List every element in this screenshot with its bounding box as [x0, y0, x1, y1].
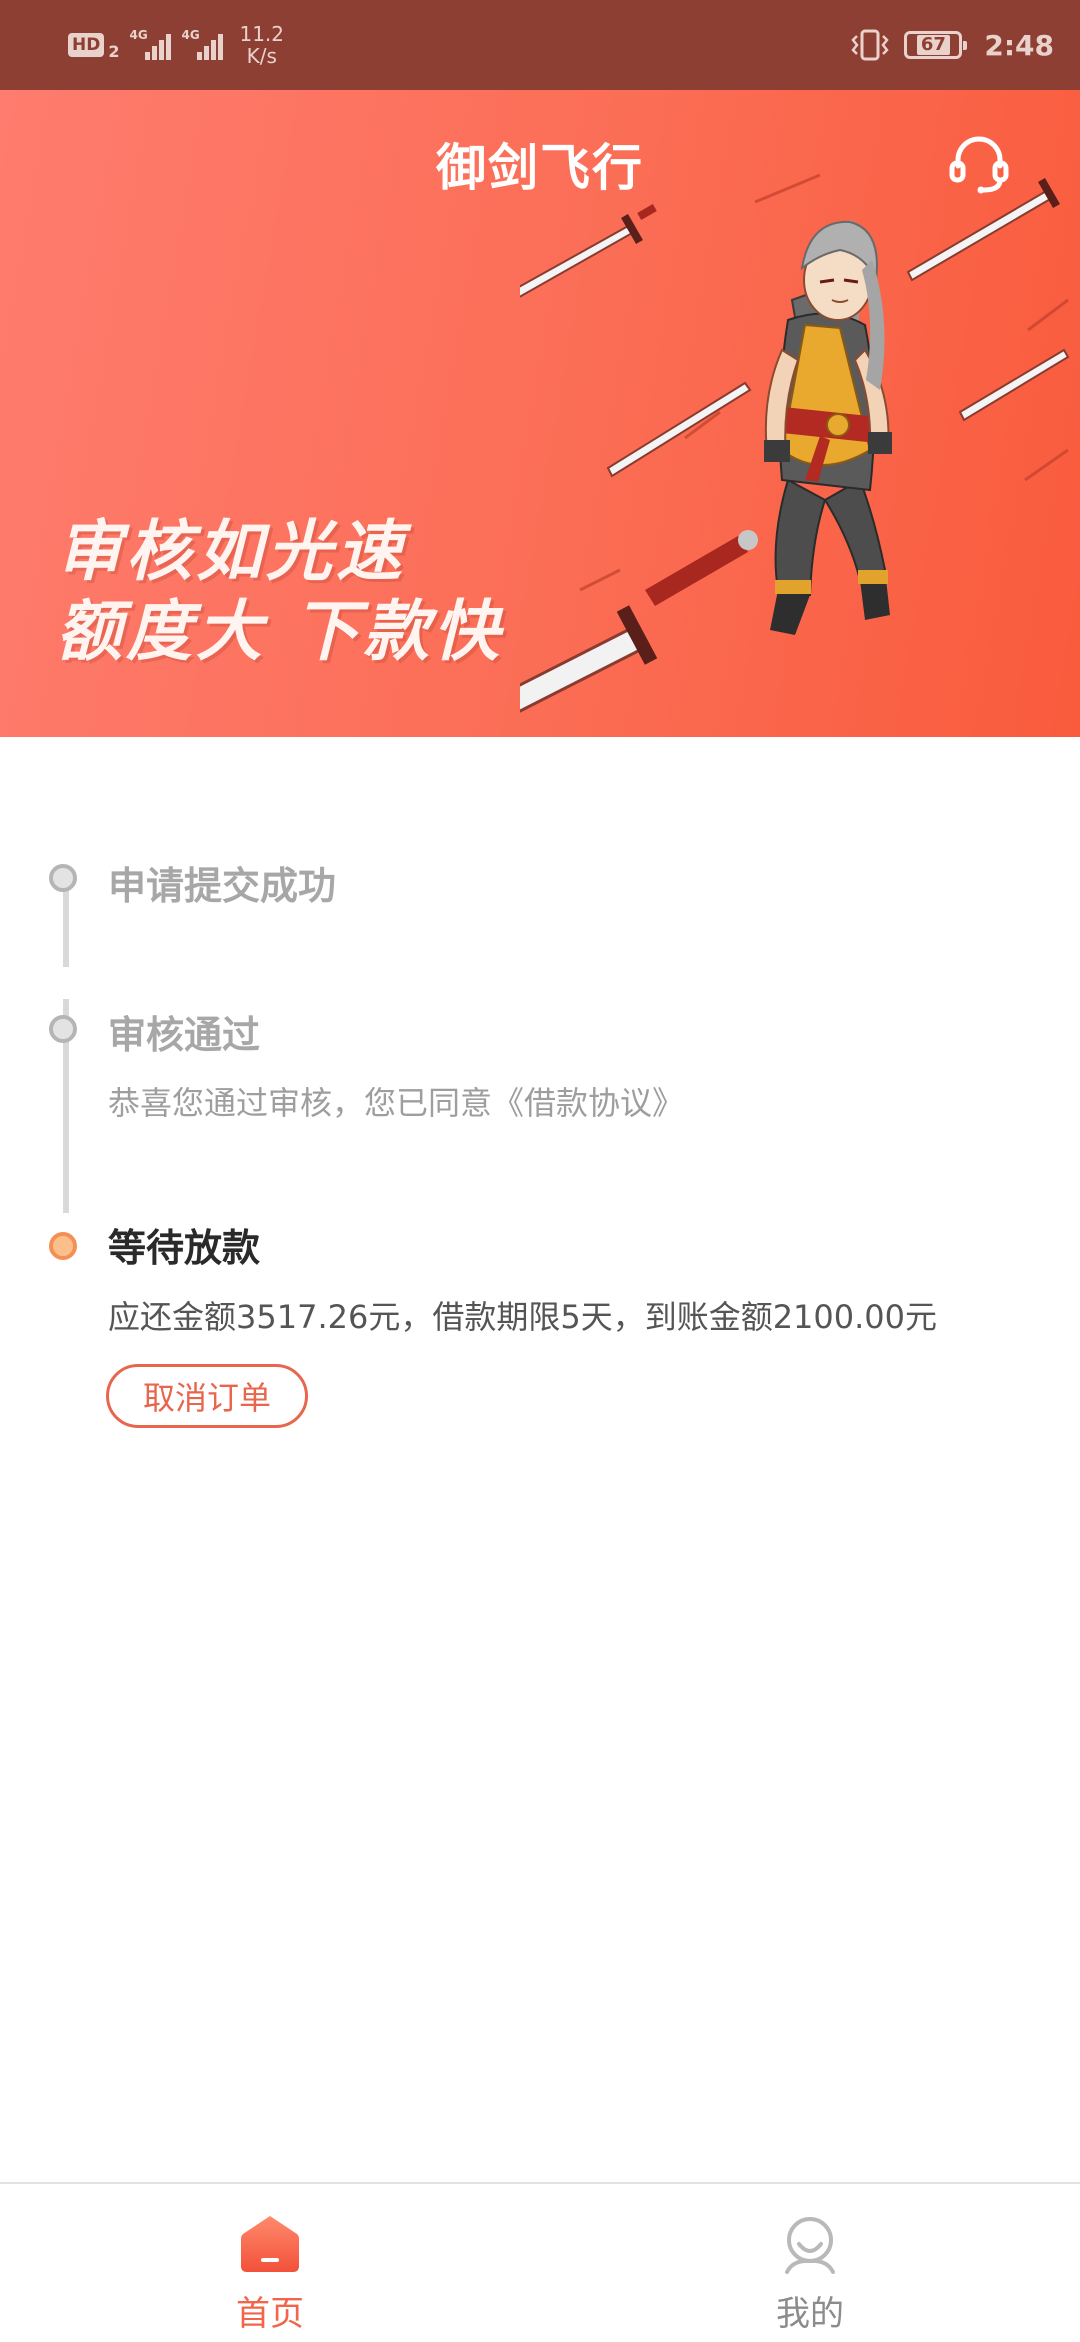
- vibrate-icon: [851, 29, 890, 61]
- network-type-1: 4G: [129, 28, 148, 42]
- step-3-description: 应还金额3517.26元，借款期限5天，到账金额2100.00元: [108, 1298, 938, 1336]
- status-bar-left: HD 2 4G 4G 11.2 K/s: [68, 0, 284, 90]
- home-icon: [241, 2216, 299, 2272]
- network-type-2: 4G: [181, 28, 200, 42]
- nav-item-profile[interactable]: 我的: [540, 2184, 1080, 2342]
- battery-level: 67: [916, 35, 950, 55]
- step-2-description: 恭喜您通过审核，您已同意《借款协议》: [108, 1084, 685, 1122]
- clock: 2:48: [984, 28, 1054, 62]
- nav-label-home: 首页: [236, 2294, 304, 2334]
- nav-label-profile: 我的: [776, 2294, 844, 2334]
- profile-icon: [785, 2217, 835, 2274]
- network-speed-value: 11.2: [239, 22, 285, 46]
- header-banner: 御剑飞行 审核如光速 额度大 下款快: [0, 90, 1080, 737]
- status-bar: HD 2 4G 4G 11.2 K/s 67 2:48: [0, 0, 1080, 90]
- hd-sim-number: 2: [108, 41, 120, 61]
- bottom-navigation: 首页 我的: [0, 2182, 1080, 2342]
- step-2-title: 审核通过: [108, 1013, 261, 1057]
- nav-item-home[interactable]: 首页: [0, 2184, 540, 2342]
- step-3-title: 等待放款: [108, 1226, 261, 1270]
- step-2-dot: [49, 1015, 77, 1043]
- network-speed: 11.2 K/s: [239, 23, 284, 67]
- status-bar-right: 67 2:48: [850, 0, 1054, 90]
- slogan-line-2: 额度大 下款快: [56, 593, 503, 670]
- step-1-dot: [49, 864, 77, 892]
- battery-icon: 67: [904, 31, 968, 59]
- signal-icon-2: 4G: [181, 28, 224, 60]
- step-3-dot: [49, 1232, 77, 1260]
- signal-icon: 4G: [129, 28, 172, 60]
- cancel-order-button[interactable]: 取消订单: [106, 1364, 308, 1428]
- step-1-title: 申请提交成功: [108, 864, 337, 908]
- hd-badge: HD: [68, 33, 105, 57]
- network-speed-unit: K/s: [246, 44, 277, 68]
- swordsman-illustration: [520, 173, 1070, 713]
